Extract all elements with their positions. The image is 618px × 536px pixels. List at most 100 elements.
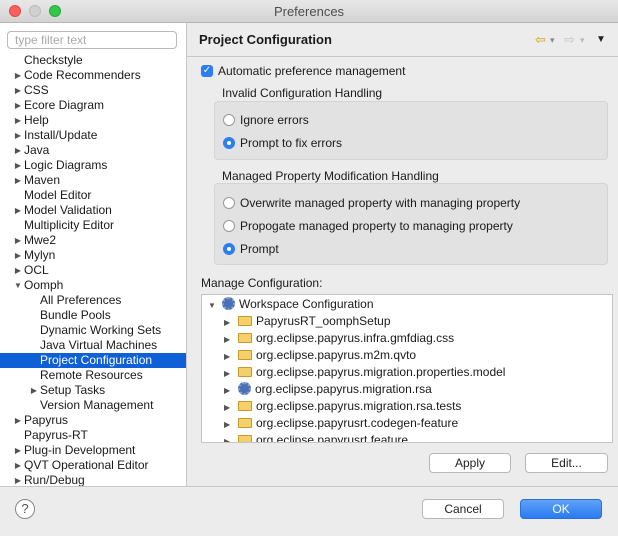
tree-item[interactable]: Project Configuration: [0, 353, 186, 368]
tree-item[interactable]: All Preferences: [0, 293, 186, 308]
expand-arrow-icon[interactable]: ▶: [29, 383, 39, 398]
ignore-errors-radio[interactable]: [223, 114, 235, 126]
expand-arrow-icon[interactable]: ▶: [224, 417, 234, 433]
ignore-errors-label: Ignore errors: [240, 113, 309, 127]
tree-item[interactable]: Dynamic Working Sets: [0, 323, 186, 338]
expand-arrow-icon[interactable]: ▶: [13, 173, 23, 188]
tree-item-label: Help: [24, 113, 49, 127]
tree-item[interactable]: ▶ Setup Tasks: [0, 383, 186, 398]
workspace-config-row[interactable]: ▼ Workspace Configuration: [208, 296, 374, 312]
tree-item-label: Java Virtual Machines: [40, 338, 158, 352]
expand-arrow-icon[interactable]: ▶: [13, 98, 23, 113]
manage-config-tree[interactable]: ▼ Workspace Configuration ▶ PapyrusRT_oomp…: [201, 294, 613, 443]
tree-item[interactable]: ▶ QVT Operational Editor: [0, 458, 186, 473]
tree-item[interactable]: Multiplicity Editor: [0, 218, 186, 233]
project-folder-icon: [238, 350, 252, 360]
config-item-label: PapyrusRT_oomphSetup: [256, 314, 391, 328]
tree-item[interactable]: ▶ Model Validation: [0, 203, 186, 218]
expand-arrow-icon[interactable]: ▼: [208, 298, 218, 314]
tree-item[interactable]: ▶ Mylyn: [0, 248, 186, 263]
forward-dropdown-icon[interactable]: ▾: [580, 35, 585, 46]
expand-arrow-icon[interactable]: ▶: [13, 113, 23, 128]
window-title: Preferences: [273, 4, 345, 19]
config-item-row[interactable]: ▶ PapyrusRT_oomphSetup: [224, 313, 391, 329]
expand-arrow-icon[interactable]: ▶: [224, 349, 234, 365]
tree-item[interactable]: Version Management: [0, 398, 186, 413]
expand-arrow-icon[interactable]: ▶: [224, 366, 234, 382]
config-item-label: org.eclipse.papyrus.migration.rsa.tests: [256, 399, 462, 413]
config-item-row[interactable]: ▶ org.eclipse.papyrusrt.codegen-feature: [224, 415, 458, 431]
expand-arrow-icon[interactable]: ▶: [13, 68, 23, 83]
prompt-fix-errors-label: Prompt to fix errors: [240, 136, 343, 150]
propogate-radio[interactable]: [223, 220, 235, 232]
expand-arrow-icon[interactable]: ▶: [224, 315, 234, 331]
tree-item[interactable]: ▶ Java: [0, 143, 186, 158]
expand-arrow-icon[interactable]: ▶: [13, 158, 23, 173]
tree-item[interactable]: ▶ Papyrus: [0, 413, 186, 428]
tree-item[interactable]: Model Editor: [0, 188, 186, 203]
config-item-row[interactable]: ▶ org.eclipse.papyrus.migration.rsa.tests: [224, 398, 461, 414]
tree-item[interactable]: ▶ CSS: [0, 83, 186, 98]
expand-arrow-icon[interactable]: ▶: [13, 248, 23, 263]
expand-arrow-icon[interactable]: ▶: [224, 434, 234, 442]
apply-button[interactable]: Apply: [429, 453, 511, 473]
tree-item[interactable]: ▶ Plug-in Development: [0, 443, 186, 458]
expand-arrow-icon[interactable]: ▶: [13, 263, 23, 278]
expand-arrow-icon[interactable]: ▶: [13, 233, 23, 248]
expand-arrow-icon[interactable]: ▶: [13, 473, 23, 486]
project-folder-icon: [238, 333, 252, 343]
expand-arrow-icon[interactable]: ▶: [13, 128, 23, 143]
expand-arrow-icon[interactable]: ▶: [13, 203, 23, 218]
expand-arrow-icon[interactable]: ▶: [13, 143, 23, 158]
collapse-arrow-icon[interactable]: ▼: [13, 278, 23, 293]
expand-arrow-icon[interactable]: ▶: [224, 383, 234, 399]
config-item-row[interactable]: ▶ org.eclipse.papyrus.infra.gmfdiag.css: [224, 330, 454, 346]
tree-item[interactable]: ▶ Help: [0, 113, 186, 128]
help-icon[interactable]: ?: [15, 499, 35, 519]
tree-item[interactable]: Remote Resources: [0, 368, 186, 383]
config-item-row[interactable]: ▶ org.eclipse.papyrus.m2m.qvto: [224, 347, 416, 363]
tree-item[interactable]: Papyrus-RT: [0, 428, 186, 443]
config-item-row[interactable]: ▶ org.eclipse.papyrus.migration.rsa: [224, 381, 432, 397]
tree-item[interactable]: ▶ Maven: [0, 173, 186, 188]
project-folder-icon: [238, 401, 252, 411]
prompt-fix-errors-radio[interactable]: [223, 137, 235, 149]
back-arrow-icon[interactable]: ⇦: [535, 32, 546, 48]
tree-item[interactable]: ▶ Code Recommenders: [0, 68, 186, 83]
overwrite-radio[interactable]: [223, 197, 235, 209]
tree-item[interactable]: ▶ Install/Update: [0, 128, 186, 143]
expand-arrow-icon[interactable]: ▶: [224, 332, 234, 348]
expand-arrow-icon[interactable]: ▶: [13, 458, 23, 473]
back-dropdown-icon[interactable]: ▾: [550, 35, 555, 46]
tree-item[interactable]: ▼ Oomph: [0, 278, 186, 293]
tree-item[interactable]: ▶ Mwe2: [0, 233, 186, 248]
edit-button[interactable]: Edit...: [525, 453, 608, 473]
expand-arrow-icon[interactable]: ▶: [13, 83, 23, 98]
config-item-row[interactable]: ▶ org.eclipse.papyrusrt.feature: [224, 432, 409, 443]
prompt-radio[interactable]: [223, 243, 235, 255]
invalid-config-group-title: Invalid Configuration Handling: [222, 86, 383, 100]
tree-item[interactable]: Java Virtual Machines: [0, 338, 186, 353]
filter-input[interactable]: [7, 31, 177, 49]
expand-arrow-icon[interactable]: ▶: [13, 443, 23, 458]
tree-item-label: Plug-in Development: [24, 443, 136, 457]
tree-item[interactable]: Checkstyle: [0, 53, 186, 68]
auto-pref-checkbox[interactable]: ✓: [201, 65, 213, 77]
forward-arrow-icon[interactable]: ⇨: [564, 32, 575, 48]
tree-item[interactable]: Bundle Pools: [0, 308, 186, 323]
ok-button[interactable]: OK: [520, 499, 602, 519]
expand-arrow-icon[interactable]: ▶: [13, 413, 23, 428]
tree-item[interactable]: ▶ Logic Diagrams: [0, 158, 186, 173]
tree-item[interactable]: ▶ Run/Debug: [0, 473, 186, 486]
managed-property-group-title: Managed Property Modification Handling: [222, 169, 439, 183]
project-folder-icon: [238, 435, 252, 442]
tree-item-label: Run/Debug: [24, 473, 85, 486]
cancel-button[interactable]: Cancel: [422, 499, 504, 519]
config-item-label: org.eclipse.papyrusrt.feature: [256, 433, 409, 443]
tree-item[interactable]: ▶ OCL: [0, 263, 186, 278]
config-item-row[interactable]: ▶ org.eclipse.papyrus.migration.propertie…: [224, 364, 505, 380]
tree-item-label: Papyrus: [24, 413, 69, 427]
tree-item[interactable]: ▶ Ecore Diagram: [0, 98, 186, 113]
view-menu-icon[interactable]: ▼: [596, 34, 606, 45]
expand-arrow-icon[interactable]: ▶: [224, 400, 234, 416]
